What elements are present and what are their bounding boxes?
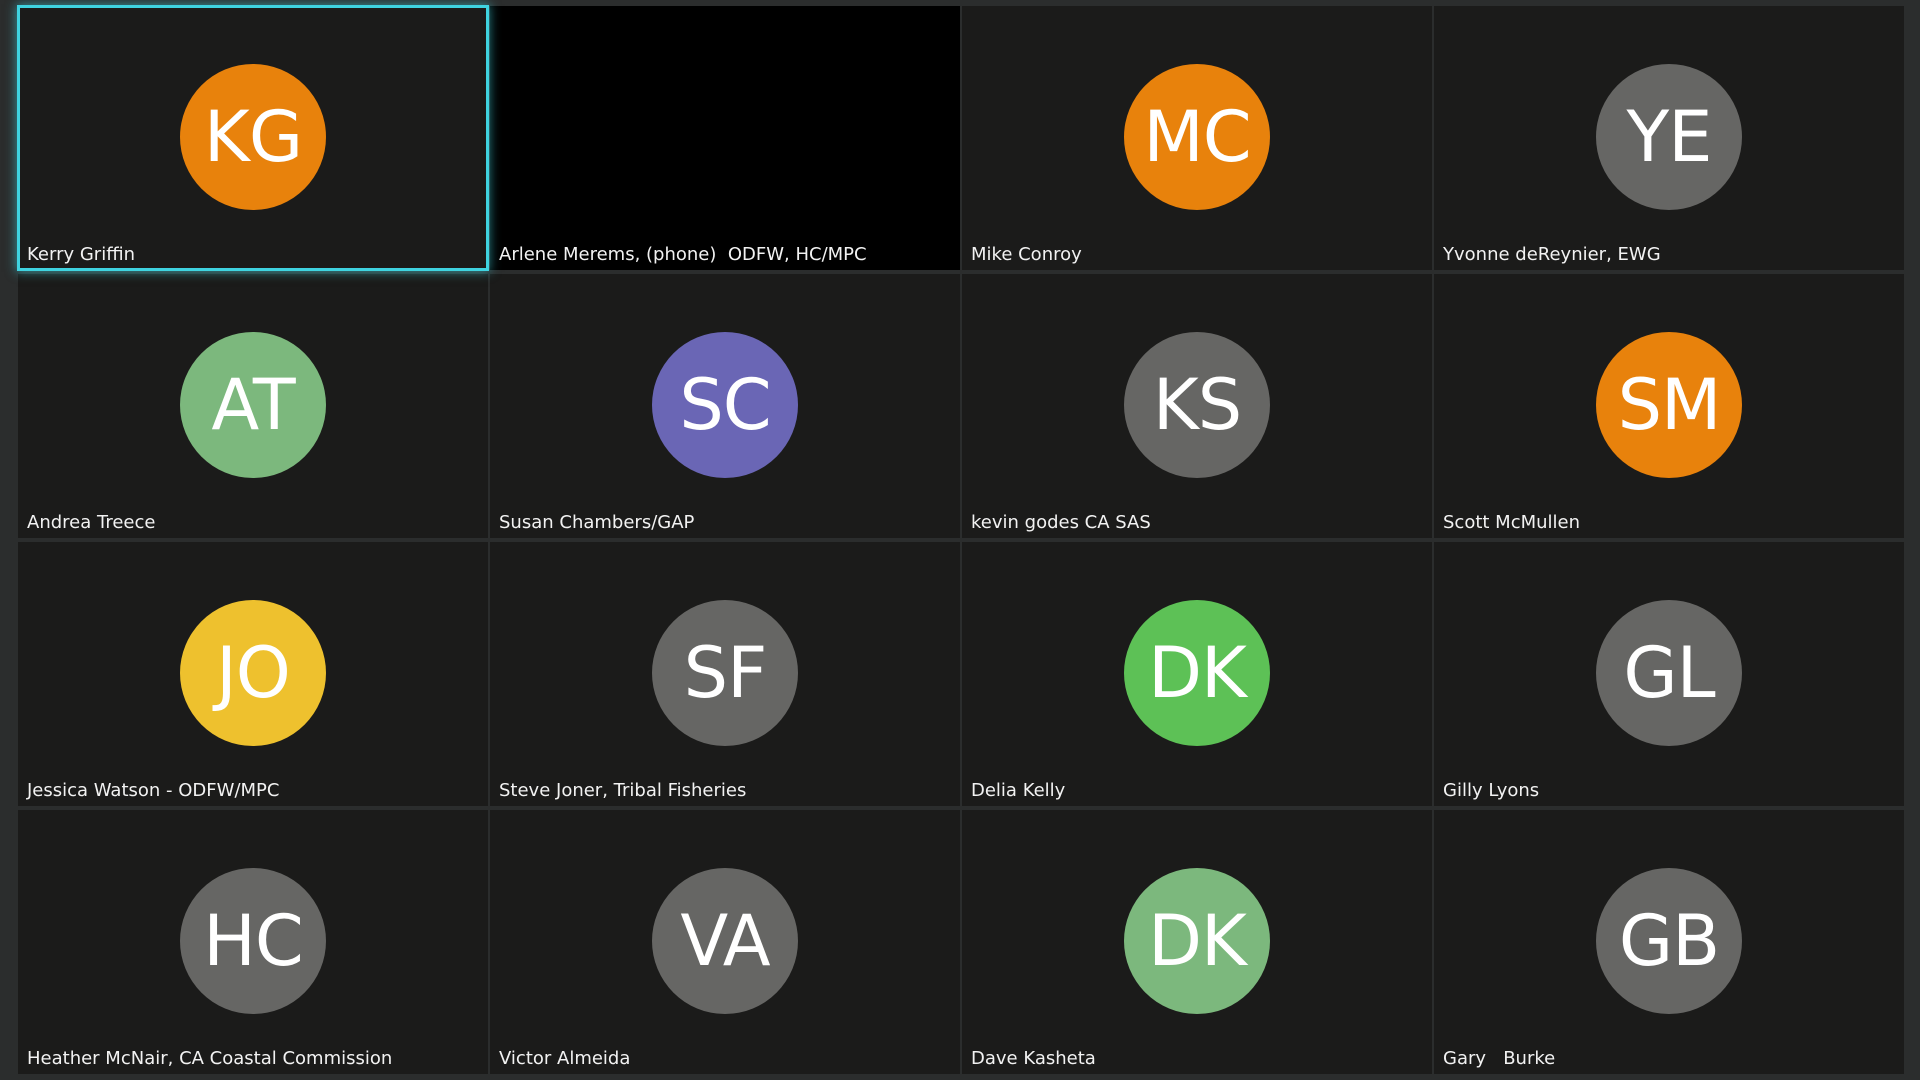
participant-tile[interactable]: Arlene Merems, (phone) ODFW, HC/MPC (490, 6, 960, 270)
participant-tile[interactable]: YE Yvonne deReynier, EWG (1434, 6, 1904, 270)
participant-name: kevin godes CA SAS (971, 512, 1151, 534)
participant-name: Victor Almeida (499, 1048, 631, 1070)
participant-name: Mike Conroy (971, 244, 1082, 266)
participant-avatar: MC (1124, 64, 1270, 210)
participant-avatar: DK (1124, 600, 1270, 746)
participant-tile[interactable]: AT Andrea Treece (18, 274, 488, 538)
participant-avatar: KS (1124, 332, 1270, 478)
participant-tile[interactable]: KS kevin godes CA SAS (962, 274, 1432, 538)
participant-avatar: HC (180, 868, 326, 1014)
participant-avatar: YE (1596, 64, 1742, 210)
participant-name: Heather McNair, CA Coastal Commission (27, 1048, 393, 1070)
participant-name: Jessica Watson - ODFW/MPC (27, 780, 280, 802)
participant-name: Kerry Griffin (27, 244, 135, 266)
participant-name: Dave Kasheta (971, 1048, 1096, 1070)
participant-tile[interactable]: GL Gilly Lyons (1434, 542, 1904, 806)
participant-tile[interactable]: DK Delia Kelly (962, 542, 1432, 806)
participant-tile[interactable]: KG Kerry Griffin (17, 5, 489, 271)
participant-tile[interactable]: GB Gary Burke (1434, 810, 1904, 1074)
participant-avatar: KG (180, 64, 326, 210)
participant-avatar: SM (1596, 332, 1742, 478)
participant-avatar: VA (652, 868, 798, 1014)
participant-avatar: GB (1596, 868, 1742, 1014)
participant-name: Gilly Lyons (1443, 780, 1540, 802)
participant-name: Yvonne deReynier, EWG (1443, 244, 1661, 266)
participant-name: Gary Burke (1443, 1048, 1556, 1070)
participant-avatar: JO (180, 600, 326, 746)
participant-avatar: DK (1124, 868, 1270, 1014)
participant-name: Steve Joner, Tribal Fisheries (499, 780, 747, 802)
participant-tile[interactable]: MC Mike Conroy (962, 6, 1432, 270)
participant-tile[interactable]: HC Heather McNair, CA Coastal Commission (18, 810, 488, 1074)
participant-name: Andrea Treece (27, 512, 156, 534)
participant-name: Delia Kelly (971, 780, 1066, 802)
participant-name: Arlene Merems, (phone) ODFW, HC/MPC (499, 244, 867, 266)
participant-tile[interactable]: SC Susan Chambers/GAP (490, 274, 960, 538)
participant-tile[interactable]: VA Victor Almeida (490, 810, 960, 1074)
participant-tile[interactable]: SM Scott McMullen (1434, 274, 1904, 538)
participant-tile[interactable]: SF Steve Joner, Tribal Fisheries (490, 542, 960, 806)
participant-tile[interactable]: JO Jessica Watson - ODFW/MPC (18, 542, 488, 806)
participant-name: Susan Chambers/GAP (499, 512, 695, 534)
participant-tile[interactable]: DK Dave Kasheta (962, 810, 1432, 1074)
participant-name: Scott McMullen (1443, 512, 1581, 534)
participant-avatar: AT (180, 332, 326, 478)
participant-avatar: SC (652, 332, 798, 478)
participant-avatar: GL (1596, 600, 1742, 746)
participant-video-grid: KG Kerry Griffin Arlene Merems, (phone) … (17, 5, 1904, 1076)
participant-avatar: SF (652, 600, 798, 746)
